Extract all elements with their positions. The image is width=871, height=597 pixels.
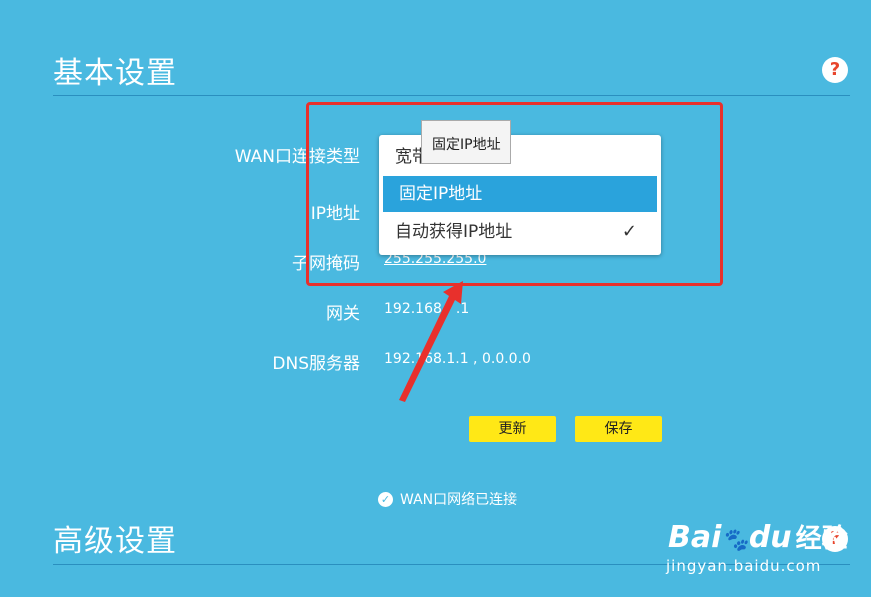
paw-icon: 🐾 [721,528,749,553]
check-circle-icon: ✓ [378,491,393,507]
wan-status: ✓ WAN口网络已连接 [378,489,517,509]
logo-text-du: du [748,520,792,555]
save-button[interactable]: 保存 [575,416,662,442]
logo-text-left: Bai [668,520,722,555]
refresh-button[interactable]: 更新 [469,416,556,442]
advanced-settings-title: 高级设置 [53,524,177,559]
baidu-logo: Bai🐾du 经验 [668,518,848,555]
logo-text-right: 经验 [795,524,848,554]
watermark-url: jingyan.baidu.com [666,557,822,575]
wan-status-text: WAN口网络已连接 [400,492,518,508]
